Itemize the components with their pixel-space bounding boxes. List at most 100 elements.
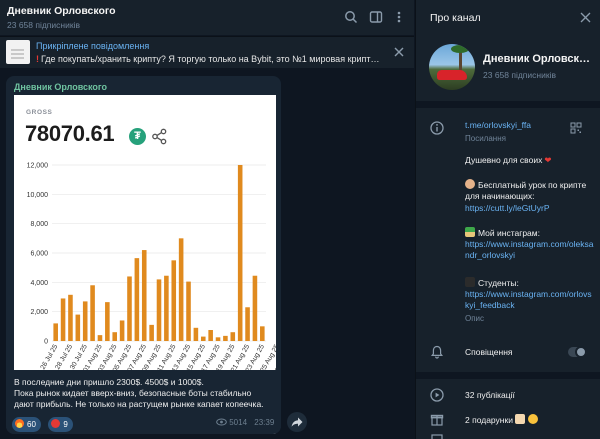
reaction-heart[interactable]: 9 [48,417,73,432]
chat-title[interactable]: Дневник Орловского [7,5,116,17]
views-count: 5014 [229,418,248,427]
qr-code-icon[interactable] [570,122,582,134]
hands-emoji-icon [465,179,475,189]
bar [178,238,184,341]
bar [112,332,118,341]
red-car [437,70,467,80]
about-insta: Мой инстаграм: [465,227,595,239]
info-icon [430,121,444,135]
pinned-text: ! Где покупать/хранить крипту? Я торгую т… [36,54,381,64]
heart-emoji-icon [51,419,61,428]
panel-title: Про канал [430,12,481,24]
search-icon[interactable] [344,10,358,24]
forward-icon [291,417,303,427]
eye-icon [216,418,227,426]
gifts-count[interactable]: 2 подарунки [465,414,595,426]
reactions: 60 9 [12,414,76,432]
y-tick-label: 0 [44,339,48,346]
about-line-text: Душевно для своих [465,155,543,165]
bar [193,327,199,341]
about-lesson: Бесплатный урок по крипте для начинающих… [465,179,595,202]
reaction-fire[interactable]: 60 [12,417,41,432]
bar [105,302,110,341]
y-tick-label: 6,000 [30,251,48,258]
bar [171,260,177,341]
bar [245,307,250,341]
message-line: В последние дни пришло 2300$. 4500$ и 10… [14,377,204,387]
y-tick-label: 2,000 [30,309,48,316]
section-divider [416,101,600,108]
reaction-count: 9 [63,420,68,429]
y-tick-label: 10,000 [27,192,49,199]
y-tick-label: 12,000 [27,163,49,170]
bar [260,326,265,341]
exclamation-icon: ! [36,54,39,64]
message-author[interactable]: Дневник Орловского [14,82,107,92]
bar [237,165,243,341]
cake-emoji-icon [515,414,526,424]
posts-icon [430,388,444,402]
about-students: Студенты: [465,277,595,289]
y-tick-label: 4,000 [30,280,48,287]
profit-bar-chart: 02,0004,0006,0008,00010,00012,00026 Jul … [27,163,276,374]
island-emoji-icon [465,227,475,237]
link-caption: Посилання [465,134,506,143]
bar [75,314,81,341]
card-value: 78070.61 [25,121,115,146]
about-caption: Опис [465,314,485,323]
tether-icon: ₮ [129,128,146,145]
bar [200,336,206,341]
forward-button[interactable] [287,412,307,432]
bar [223,335,228,341]
bar [119,320,125,341]
gifts-text: 2 подарунки [465,415,513,425]
bar [127,276,132,341]
fire-emoji-icon [15,419,24,428]
students-link[interactable]: https://www.instagram.com/orlovskyi_feed… [465,289,595,311]
pinned-thumbnail [6,40,30,64]
section-divider [416,372,600,379]
bar [60,298,66,341]
lesson-text: Бесплатный урок по крипте для начинающих… [465,180,587,201]
bar [252,275,258,341]
students-label: Студенты: [478,278,519,288]
close-icon[interactable] [393,46,405,58]
y-tick-label: 8,000 [30,221,48,228]
message-text[interactable]: В последние дни пришло 2300$. 4500$ и 10… [14,377,276,410]
channel-name: Дневник Орловск… [483,53,591,65]
share-icon [152,128,167,145]
bell-icon [431,345,443,359]
bar [134,258,140,341]
bar [149,324,154,341]
channel-avatar[interactable] [429,44,475,90]
message-time: 23:39 [254,418,275,427]
message-line: Пока рынок кидает вверх-вниз, безопасные… [14,388,252,398]
chat-area: Дневник Орловского 23 658 підписників Пр… [0,0,414,439]
pinned-text-content: Где покупать/хранить крипту? Я торгую то… [41,54,380,64]
gift-icon [430,414,444,426]
card-label: GROSS [26,109,53,116]
reaction-count: 60 [27,420,36,429]
pinned-message-bar[interactable]: Прикріплене повідомлення ! Где покупать/х… [0,36,414,68]
telegram-window: Дневник Орловского 23 658 підписників Пр… [0,0,600,439]
channel-subscribers: 23 658 підписників [483,70,556,80]
insta-link[interactable]: https://www.instagram.com/oleksandr_orlo… [465,239,595,261]
chat-header[interactable]: Дневник Орловского 23 658 підписників [0,0,414,35]
message-line: дают прибыль. Не только на растущем рынк… [14,399,264,409]
lesson-link[interactable]: https://cutt.ly/leGtUyrP [465,203,595,214]
insta-label: Мой инстаграм: [478,228,540,238]
about-line: Душевно для своих ❤ [465,155,595,166]
bar [215,337,221,341]
posts-count[interactable]: 32 публікації [465,390,595,401]
bar [97,335,103,341]
bar [164,275,169,341]
pinned-title: Прикріплене повідомлення [36,41,150,51]
notifications-toggle[interactable] [568,346,587,358]
close-icon[interactable] [580,12,591,23]
bar [186,281,191,341]
message-footer: В последние дни пришло 2300$. 4500$ и 10… [6,370,281,434]
sidebar-toggle-icon[interactable] [369,10,383,24]
palm-tree [451,45,469,72]
channel-link[interactable]: t.me/orlovskyi_ffa [465,120,531,130]
more-menu-icon[interactable] [392,10,406,24]
